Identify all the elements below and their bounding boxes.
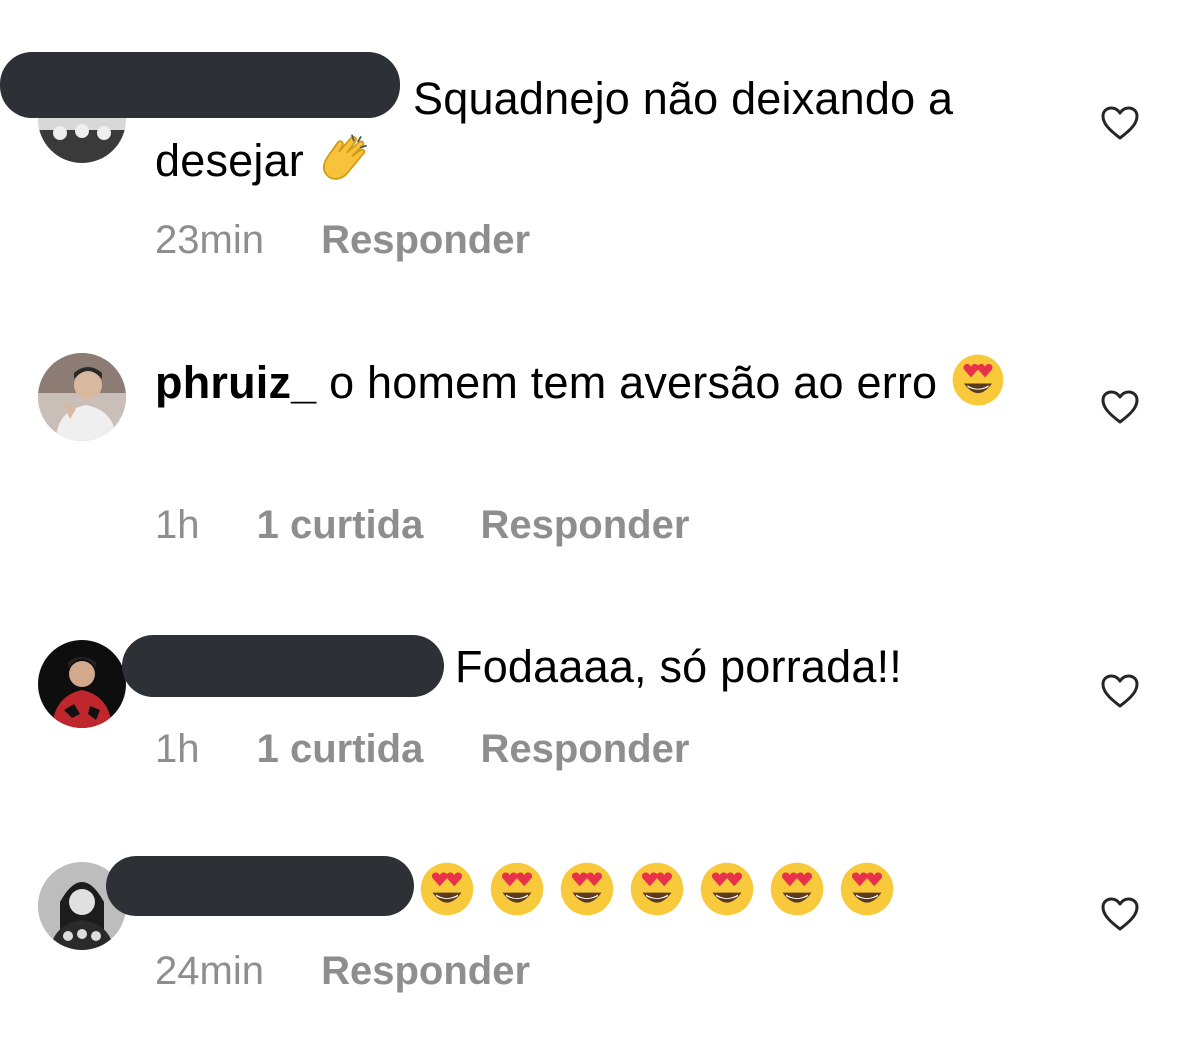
smiling-face-with-heart-eyes-icon [950,352,1006,408]
heart-outline-icon[interactable] [1100,389,1140,425]
reply-button[interactable]: Responder [480,727,689,771]
avatar[interactable] [38,353,126,441]
heart-outline-icon[interactable] [1100,896,1140,932]
avatar[interactable] [38,640,126,728]
timestamp: 1h [155,503,200,547]
smiling-face-with-heart-eyes-icon [768,860,826,918]
username[interactable]: phruiz_ [155,357,316,408]
reply-button[interactable]: Responder [321,949,530,993]
comment-meta: 23min Responder [155,215,576,265]
smiling-face-with-heart-eyes-icon [418,860,476,918]
smiling-face-with-heart-eyes-icon [558,860,616,918]
smiling-face-with-heart-eyes-icon [628,860,686,918]
redacted-username [122,635,444,697]
heart-outline-icon[interactable] [1100,673,1140,709]
comment-text: Fodaaaa, só porrada!! [455,641,902,692]
clapping-hands-icon [317,130,373,186]
smiling-face-with-heart-eyes-icon [698,860,756,918]
comment-meta: 1h 1 curtida Responder [155,500,735,550]
heart-outline-icon[interactable] [1100,105,1140,141]
smiling-face-with-heart-eyes-icon [488,860,546,918]
comment-meta: 1h 1 curtida Responder [155,724,735,774]
emoji-row [418,860,908,920]
comment-text: phruiz_ o homem tem aversão ao erro [155,352,1085,414]
reply-button[interactable]: Responder [480,503,689,547]
likes-count[interactable]: 1 curtida [257,503,424,547]
likes-count[interactable]: 1 curtida [257,727,424,771]
timestamp: 1h [155,727,200,771]
comment-text: Squadnejo não deixando a desejar [155,73,954,186]
timestamp: 23min [155,218,264,262]
redacted-username [106,856,414,916]
smiling-face-with-heart-eyes-icon [838,860,896,918]
reply-button[interactable]: Responder [321,218,530,262]
comment-meta: 24min Responder [155,946,576,996]
timestamp: 24min [155,949,264,993]
